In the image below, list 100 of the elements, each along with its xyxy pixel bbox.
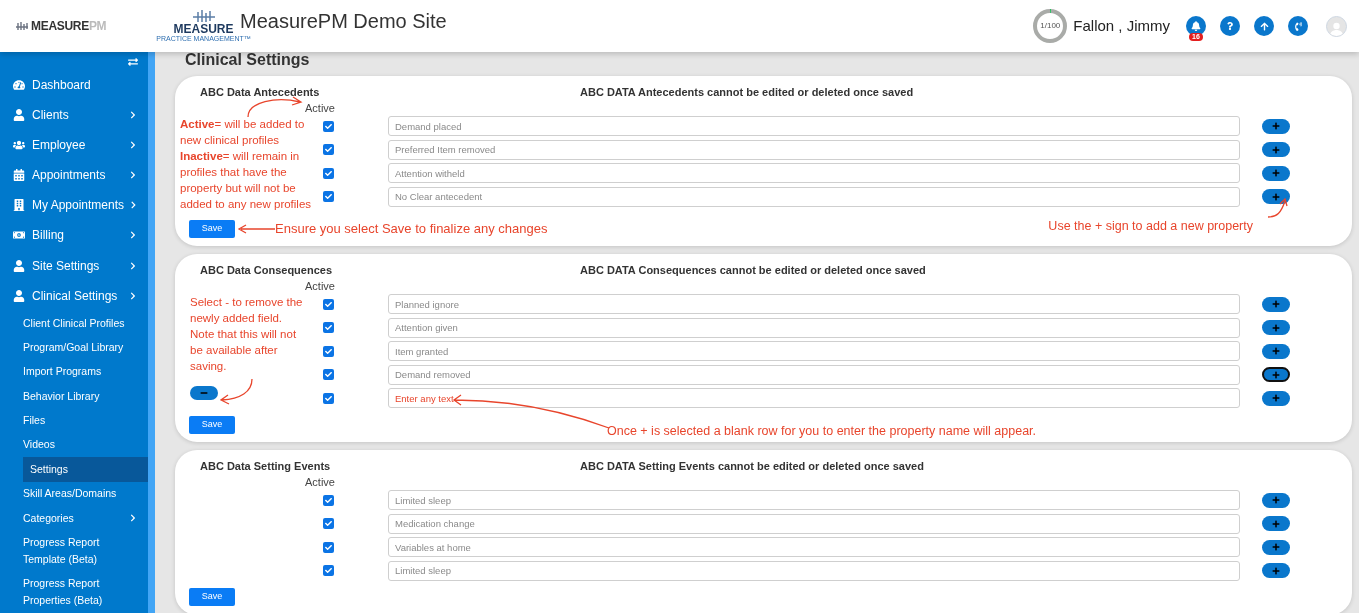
remove-button[interactable] — [190, 386, 218, 400]
notifications-button[interactable] — [1186, 16, 1206, 36]
property-field[interactable]: Demand placed — [388, 116, 1240, 136]
bell-icon — [1191, 21, 1201, 31]
add-button[interactable] — [1262, 165, 1290, 181]
plus-icon — [1272, 370, 1280, 379]
card-title: ABC Data Antecedents — [199, 84, 321, 100]
sidebar-item[interactable]: Dashboard — [0, 69, 148, 100]
property-field[interactable]: Medication change — [388, 513, 1240, 534]
property-field[interactable]: Limited sleep — [388, 560, 1240, 581]
active-checkbox[interactable] — [323, 298, 334, 310]
active-checkbox[interactable] — [323, 120, 334, 132]
add-button[interactable] — [1262, 390, 1290, 406]
sidebar-item[interactable]: Clinical Settings — [0, 280, 148, 311]
card-notice: ABC DATA Antecedents cannot be edited or deleted once saved — [580, 84, 914, 100]
arrow-up-icon — [1259, 21, 1269, 31]
scrollbar[interactable] — [148, 52, 155, 613]
property-field[interactable]: Attention witheld — [388, 163, 1240, 183]
add-button[interactable] — [1262, 516, 1290, 531]
property-field[interactable]: No Clear antecedent — [388, 186, 1240, 207]
page-title: Clinical Settings — [184, 52, 311, 68]
property-field[interactable]: Enter any text — [388, 388, 1240, 408]
add-button[interactable] — [1262, 492, 1290, 508]
annotation-arrow — [218, 378, 254, 406]
property-field[interactable]: Attention given — [388, 317, 1240, 338]
plus-icon — [1272, 192, 1280, 201]
property-field[interactable]: Limited sleep — [388, 490, 1240, 510]
property-field[interactable]: Demand removed — [388, 364, 1240, 385]
card-notice: ABC DATA Setting Events cannot be edited or deleted once saved — [580, 458, 924, 474]
annotation-arrow — [237, 223, 275, 234]
add-button[interactable] — [1262, 118, 1290, 134]
add-button[interactable] — [1262, 189, 1290, 204]
submenu-item[interactable]: Skill Areas/Domains — [23, 481, 148, 506]
active-checkbox[interactable] — [323, 494, 334, 506]
add-button[interactable] — [1262, 539, 1290, 555]
property-field[interactable]: Planned ignore — [388, 294, 1240, 314]
plus-icon — [1272, 496, 1280, 504]
submenu-item[interactable]: Import Programs — [23, 359, 148, 384]
active-checkbox[interactable] — [323, 144, 334, 155]
add-button[interactable] — [1262, 563, 1290, 578]
save-button[interactable]: Save — [189, 588, 235, 606]
plus-icon — [1272, 347, 1280, 355]
active-checkbox[interactable] — [323, 167, 334, 179]
sidebar-item[interactable]: My Appointments — [0, 190, 148, 221]
plus-icon — [1272, 122, 1280, 130]
submenu-item[interactable]: Behavior Library — [23, 384, 148, 409]
active-checkbox[interactable] — [323, 191, 334, 202]
sidebar-toggle-icon[interactable] — [127, 56, 139, 67]
phone-button[interactable] — [1288, 16, 1308, 36]
property-field[interactable]: Preferred Item removed — [388, 139, 1240, 160]
annotation-note: Active= will be added to new clinical profiles — [180, 117, 306, 148]
plus-icon — [1272, 543, 1280, 551]
submenu-item[interactable]: Progress Report Properties (Beta) — [23, 571, 148, 613]
active-checkbox[interactable] — [323, 541, 334, 553]
save-button[interactable]: Save — [189, 415, 235, 434]
user-icon — [13, 289, 25, 302]
sidebar-item[interactable]: Clients — [0, 99, 148, 130]
plus-icon — [1272, 145, 1280, 154]
active-checkbox[interactable] — [323, 345, 334, 357]
sidebar-item[interactable]: Billing — [0, 220, 148, 251]
active-checkbox[interactable] — [323, 392, 334, 404]
sidebar-item[interactable]: Site Settings — [0, 250, 148, 281]
annotation-arrow — [1267, 197, 1289, 219]
add-button[interactable] — [1262, 320, 1290, 335]
property-field[interactable]: Item granted — [388, 341, 1240, 361]
plus-icon — [1272, 566, 1280, 575]
plus-icon — [1272, 394, 1280, 402]
submenu-item[interactable]: Program/Goal Library — [23, 335, 148, 360]
active-checkbox[interactable] — [323, 369, 334, 380]
plus-icon — [1272, 323, 1280, 332]
help-icon — [1226, 22, 1234, 30]
submenu-item[interactable]: Settings — [23, 457, 148, 482]
save-button[interactable]: Save — [189, 219, 235, 238]
active-label: Active — [305, 474, 335, 490]
phone-icon — [1293, 21, 1303, 31]
submenu-item[interactable]: Progress Report Template (Beta) — [23, 530, 148, 572]
sidebar-item[interactable]: Appointments — [0, 160, 148, 191]
add-button[interactable] — [1262, 142, 1290, 157]
logo-icon — [15, 21, 29, 31]
sidebar-item[interactable]: Employee — [0, 129, 148, 161]
property-field[interactable]: Variables at home — [388, 537, 1240, 557]
active-checkbox[interactable] — [323, 518, 334, 529]
help-button[interactable] — [1220, 16, 1240, 36]
submenu-item[interactable]: Client Clinical Profiles — [23, 310, 148, 336]
active-checkbox[interactable] — [323, 565, 334, 576]
add-button[interactable] — [1262, 343, 1290, 359]
annotation-note: Once + is selected a blank row for you to enter the property name will appear. — [607, 423, 1037, 441]
add-button[interactable] — [1262, 296, 1290, 312]
add-button[interactable] — [1262, 367, 1290, 382]
upload-button[interactable] — [1254, 16, 1274, 36]
active-label: Active — [305, 278, 335, 294]
submenu-item[interactable]: Files — [23, 408, 148, 433]
submenu-item[interactable]: Categories — [23, 505, 148, 531]
submenu-item[interactable]: Videos — [23, 432, 148, 458]
active-checkbox[interactable] — [323, 322, 334, 333]
plus-icon — [1272, 169, 1280, 177]
logo-text: MEASUREPM — [31, 18, 107, 35]
site-title: MeasurePM Demo Site — [240, 9, 447, 34]
card-title: ABC Data Consequences — [199, 262, 334, 278]
active-label: Active — [305, 100, 335, 116]
